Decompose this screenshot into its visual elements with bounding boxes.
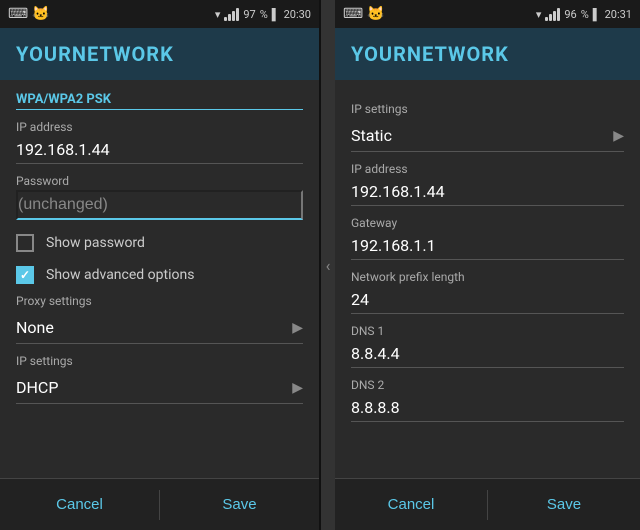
signal-bars-right xyxy=(545,7,560,21)
left-status-left: ⌨ 🐱 xyxy=(8,6,50,22)
left-content: WPA/WPA2 PSK IP address 192.168.1.44 Pas… xyxy=(0,80,319,478)
left-cancel-button[interactable]: Cancel xyxy=(0,479,159,530)
left-title-bar: YOURNETWORK xyxy=(0,28,319,80)
left-show-password-row[interactable]: Show password xyxy=(16,234,303,252)
right-dns2-value: 8.8.8.8 xyxy=(351,394,624,422)
nav-back-arrow[interactable]: ‹ xyxy=(326,256,331,275)
right-dns2-label: DNS 2 xyxy=(351,378,624,392)
left-save-button[interactable]: Save xyxy=(160,479,319,530)
left-title: YOURNETWORK xyxy=(16,42,174,66)
show-password-label: Show password xyxy=(46,235,145,251)
right-prefix-value: 24 xyxy=(351,286,624,314)
left-proxy-label: Proxy settings xyxy=(16,294,303,308)
right-content: IP settings Static ▶ IP address 192.168.… xyxy=(335,80,640,478)
left-section-header: WPA/WPA2 PSK xyxy=(16,92,303,110)
left-ip-settings-label: IP settings xyxy=(16,354,303,368)
right-dns1-label: DNS 1 xyxy=(351,324,624,338)
left-status-right: ▾ 97% ▌ 20:30 xyxy=(215,7,311,21)
left-proxy-dropdown[interactable]: None ▶ xyxy=(16,312,303,344)
right-ip-settings-label: IP settings xyxy=(351,102,624,116)
left-ip-settings-arrow: ▶ xyxy=(292,380,303,396)
left-password-label: Password xyxy=(16,174,303,188)
cat-icon-left: 🐱 xyxy=(32,6,49,22)
right-ip-settings-arrow: ▶ xyxy=(613,128,624,144)
right-bottom-bar: Cancel Save xyxy=(335,478,640,530)
left-ip-value: 192.168.1.44 xyxy=(16,136,303,164)
show-password-checkbox[interactable] xyxy=(16,234,34,252)
right-status-bar: ⌨ 🐱 ▾ 96% ▌ 20:31 xyxy=(335,0,640,28)
usb-icon: ⌨ xyxy=(8,6,28,22)
left-ip-settings-dropdown[interactable]: DHCP ▶ xyxy=(16,372,303,404)
right-status-left: ⌨ 🐱 xyxy=(343,6,385,22)
left-bottom-bar: Cancel Save xyxy=(0,478,319,530)
time-left: 20:30 xyxy=(284,8,311,21)
left-phone-panel: ⌨ 🐱 ▾ 97% ▌ 20:30 YOURNETWORK WPA/WPA2 P… xyxy=(0,0,320,530)
left-ip-label: IP address xyxy=(16,120,303,134)
right-ip-settings-dropdown[interactable]: Static ▶ xyxy=(351,120,624,152)
left-show-advanced-row[interactable]: Show advanced options xyxy=(16,266,303,284)
right-title: YOURNETWORK xyxy=(351,42,509,66)
right-gateway-value: 192.168.1.1 xyxy=(351,232,624,260)
battery-right: 96 xyxy=(564,8,576,21)
right-prefix-label: Network prefix length xyxy=(351,270,624,284)
left-ip-settings-value: DHCP xyxy=(16,378,58,397)
left-status-bar: ⌨ 🐱 ▾ 97% ▌ 20:30 xyxy=(0,0,319,28)
wifi-icon-right: ▾ xyxy=(536,8,542,21)
time-right: 20:31 xyxy=(605,8,632,21)
right-title-bar: YOURNETWORK xyxy=(335,28,640,80)
left-proxy-value: None xyxy=(16,318,54,337)
right-gateway-label: Gateway xyxy=(351,216,624,230)
battery-left: 97 xyxy=(243,8,255,21)
usb-icon-right: ⌨ xyxy=(343,6,363,22)
right-ip-value: 192.168.1.44 xyxy=(351,178,624,206)
battery-icon-right: ▌ xyxy=(593,8,601,21)
wifi-icon-left: ▾ xyxy=(215,8,221,21)
right-ip-label: IP address xyxy=(351,162,624,176)
left-password-input[interactable] xyxy=(16,190,303,220)
right-dns1-value: 8.8.4.4 xyxy=(351,340,624,368)
battery-icon-left: ▌ xyxy=(272,8,280,21)
right-save-button[interactable]: Save xyxy=(488,479,640,530)
right-cancel-button[interactable]: Cancel xyxy=(335,479,487,530)
show-advanced-checkbox[interactable] xyxy=(16,266,34,284)
right-ip-settings-value: Static xyxy=(351,126,392,145)
show-advanced-label: Show advanced options xyxy=(46,267,194,283)
left-proxy-arrow: ▶ xyxy=(292,320,303,336)
cat-icon-right: 🐱 xyxy=(367,6,384,22)
signal-bars-left xyxy=(224,7,239,21)
right-phone-panel: ‹ ⌨ 🐱 ▾ 96% ▌ 20:31 YOU xyxy=(320,0,640,530)
right-status-right: ▾ 96% ▌ 20:31 xyxy=(536,7,632,21)
